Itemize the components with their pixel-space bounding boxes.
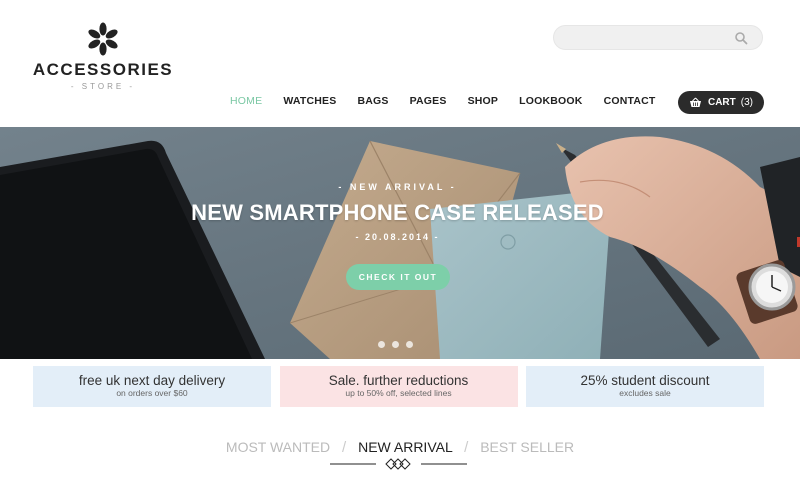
hero-background-image [0, 127, 800, 359]
hero-title: NEW SMARTPHONE CASE RELEASED [191, 200, 604, 225]
promo-subtitle: on orders over $60 [116, 388, 188, 398]
nav-item-home[interactable]: HOME [230, 95, 262, 107]
logo[interactable]: ACCESSORIES - STORE - [30, 22, 176, 91]
cart-count: (3) [740, 97, 753, 108]
nav-item-shop[interactable]: SHOP [468, 95, 499, 107]
search-box [553, 25, 763, 50]
tab-divider-ornament [330, 458, 467, 470]
hero-slider: - NEW ARRIVAL - NEW SMARTPHONE CASE RELE… [0, 127, 800, 359]
cart-button[interactable]: CART (3) [678, 91, 764, 114]
main-nav: HOME WATCHES BAGS PAGES SHOP LOOKBOOK CO… [230, 95, 677, 107]
promo-title: 25% student discount [580, 373, 710, 388]
nav-item-watches[interactable]: WATCHES [283, 95, 336, 107]
search-input[interactable] [554, 26, 724, 49]
nav-item-bags[interactable]: BAGS [357, 95, 388, 107]
nav-item-contact[interactable]: CONTACT [604, 95, 656, 107]
nav-item-lookbook[interactable]: LOOKBOOK [519, 95, 582, 107]
promo-subtitle: excludes sale [619, 388, 671, 398]
search-icon[interactable] [734, 31, 748, 45]
promo-title: free uk next day delivery [78, 373, 226, 388]
tab-best-seller[interactable]: BEST SELLER [480, 439, 574, 455]
tab-most-wanted[interactable]: MOST WANTED [226, 439, 330, 455]
hero-caption: - NEW ARRIVAL - NEW SMARTPHONE CASE RELE… [0, 182, 795, 242]
promo-free-delivery[interactable]: free uk next day delivery on orders over… [33, 366, 271, 407]
slider-dot[interactable] [392, 341, 399, 348]
check-it-out-button[interactable]: CHECK IT OUT [346, 264, 450, 290]
product-tabs: MOST WANTED / NEW ARRIVAL / BEST SELLER [0, 439, 800, 456]
cart-label: CART [707, 97, 736, 108]
slider-dot[interactable] [378, 341, 385, 348]
tab-separator: / [342, 439, 347, 456]
brand-tagline: - STORE - [70, 82, 136, 91]
promo-sale[interactable]: Sale. further reductions up to 50% off, … [279, 366, 518, 407]
promo-banners: free uk next day delivery on orders over… [33, 366, 764, 407]
promo-title: Sale. further reductions [328, 373, 469, 388]
promo-student-discount[interactable]: 25% student discount excludes sale [526, 366, 764, 407]
tab-separator: / [464, 439, 469, 456]
slider-dot[interactable] [406, 341, 413, 348]
nav-item-pages[interactable]: PAGES [410, 95, 447, 107]
brand-name: ACCESSORIES [32, 60, 174, 79]
hero-kicker: - NEW ARRIVAL - [338, 182, 457, 192]
tab-new-arrival[interactable]: NEW ARRIVAL [358, 439, 452, 455]
promo-subtitle: up to 50% off, selected lines [345, 388, 452, 398]
slider-pagination [378, 341, 420, 348]
asterisk-logo-icon [88, 22, 118, 56]
hero-date: - 20.08.2014 - [355, 232, 440, 242]
basket-icon [689, 97, 701, 107]
